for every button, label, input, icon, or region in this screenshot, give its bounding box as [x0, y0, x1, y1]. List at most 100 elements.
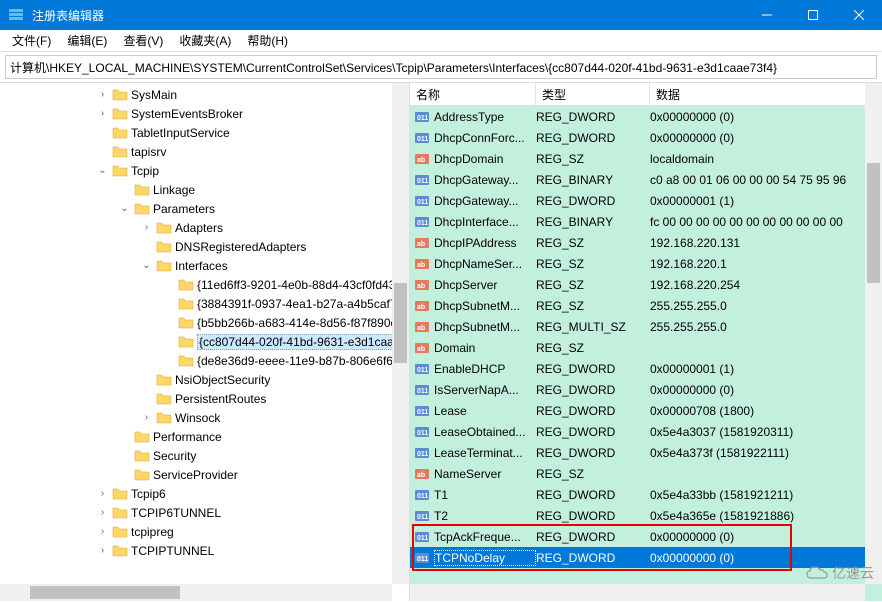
tree-node[interactable]: DNSRegisteredAdapters: [0, 237, 409, 256]
value-name: DhcpGateway...: [434, 173, 536, 187]
tree-node[interactable]: Security: [0, 446, 409, 465]
registry-value-row[interactable]: DhcpGateway...REG_BINARYc0 a8 00 01 06 0…: [410, 169, 882, 190]
tree-node[interactable]: ⌄Tcpip: [0, 161, 409, 180]
tree-node[interactable]: Performance: [0, 427, 409, 446]
list-scrollbar-horizontal[interactable]: [410, 584, 865, 601]
registry-value-row[interactable]: T2REG_DWORD0x5e4a365e (1581921886): [410, 505, 882, 526]
registry-value-row[interactable]: DhcpSubnetM...REG_MULTI_SZ255.255.255.0: [410, 316, 882, 337]
tree-node-label: {11ed6ff3-9201-4e0b-88d4-43cf0fd43: [197, 278, 395, 292]
registry-value-row[interactable]: DhcpIPAddressREG_SZ192.168.220.131: [410, 232, 882, 253]
chevron-right-icon[interactable]: ›: [96, 88, 109, 101]
tree-node[interactable]: NsiObjectSecurity: [0, 370, 409, 389]
registry-value-row[interactable]: DhcpSubnetM...REG_SZ255.255.255.0: [410, 295, 882, 316]
titlebar[interactable]: 注册表编辑器: [0, 0, 882, 30]
registry-value-row[interactable]: DhcpNameSer...REG_SZ192.168.220.1: [410, 253, 882, 274]
tree-node[interactable]: ⌄Interfaces: [0, 256, 409, 275]
tree-node[interactable]: {de8e36d9-eeee-11e9-b87b-806e6f6: [0, 351, 409, 370]
chevron-right-icon[interactable]: ›: [96, 487, 109, 500]
expand-placeholder: [118, 183, 131, 196]
reg-binary-icon: [414, 193, 430, 209]
tree-node[interactable]: {b5bb266b-a683-414e-8d56-f87f890e: [0, 313, 409, 332]
tree-node[interactable]: {cc807d44-020f-41bd-9631-e3d1caae: [0, 332, 409, 351]
registry-value-row[interactable]: LeaseObtained...REG_DWORD0x5e4a3037 (158…: [410, 421, 882, 442]
tree-node[interactable]: ServiceProvider: [0, 465, 409, 484]
chevron-right-icon[interactable]: ›: [96, 525, 109, 538]
registry-value-row[interactable]: TcpAckFreque...REG_DWORD0x00000000 (0): [410, 526, 882, 547]
value-type: REG_SZ: [536, 257, 650, 271]
tree-node[interactable]: tapisrv: [0, 142, 409, 161]
watermark-text: 亿速云: [832, 563, 874, 583]
list-scrollbar-vertical[interactable]: [865, 83, 882, 584]
tree-node[interactable]: ›Tcpip6: [0, 484, 409, 503]
address-bar[interactable]: 计算机\HKEY_LOCAL_MACHINE\SYSTEM\CurrentCon…: [5, 55, 877, 79]
chevron-right-icon[interactable]: ›: [140, 411, 153, 424]
tree-node[interactable]: › Winsock: [0, 408, 409, 427]
registry-value-row[interactable]: DhcpConnForc...REG_DWORD0x00000000 (0): [410, 127, 882, 148]
tree-node-label: Winsock: [175, 411, 220, 425]
registry-value-row[interactable]: DhcpDomainREG_SZlocaldomain: [410, 148, 882, 169]
registry-value-row[interactable]: IsServerNapA...REG_DWORD0x00000000 (0): [410, 379, 882, 400]
menu-view[interactable]: 查看(V): [115, 30, 171, 51]
col-header-name[interactable]: 名称: [410, 83, 536, 105]
tree-node[interactable]: ›Adapters: [0, 218, 409, 237]
chevron-right-icon[interactable]: ›: [96, 506, 109, 519]
folder-icon: [156, 410, 172, 426]
folder-icon: [178, 277, 194, 293]
col-header-data[interactable]: 数据: [650, 83, 882, 105]
tree-node-label: TCPIPTUNNEL: [131, 544, 214, 558]
tree-node[interactable]: ›tcpipreg: [0, 522, 409, 541]
close-button[interactable]: [836, 0, 882, 30]
maximize-button[interactable]: [790, 0, 836, 30]
tree-node[interactable]: › TCPIPTUNNEL: [0, 541, 409, 560]
value-name: DhcpInterface...: [434, 215, 536, 229]
menu-edit[interactable]: 编辑(E): [59, 30, 115, 51]
col-header-type[interactable]: 类型: [536, 83, 650, 105]
tree-node[interactable]: ⌄Parameters: [0, 199, 409, 218]
tree-scrollbar-vertical[interactable]: [392, 83, 409, 584]
chevron-right-icon[interactable]: ›: [96, 107, 109, 120]
registry-value-row[interactable]: DhcpInterface...REG_BINARYfc 00 00 00 00…: [410, 211, 882, 232]
tree-node[interactable]: ›SystemEventsBroker: [0, 104, 409, 123]
registry-value-row[interactable]: DhcpGateway...REG_DWORD0x00000001 (1): [410, 190, 882, 211]
tree-node[interactable]: {3884391f-0937-4ea1-b27a-a4b5caf74: [0, 294, 409, 313]
folder-icon: [178, 334, 194, 350]
value-name: IsServerNapA...: [434, 383, 536, 397]
expand-placeholder: [118, 449, 131, 462]
tree-node[interactable]: ›SysMain: [0, 85, 409, 104]
value-name: NameServer: [434, 467, 536, 481]
registry-value-row[interactable]: LeaseTerminat...REG_DWORD0x5e4a373f (158…: [410, 442, 882, 463]
tree-node[interactable]: Linkage: [0, 180, 409, 199]
expand-placeholder: [118, 430, 131, 443]
menu-help[interactable]: 帮助(H): [239, 30, 296, 51]
chevron-down-icon[interactable]: ⌄: [140, 259, 153, 272]
reg-string-icon: [414, 277, 430, 293]
folder-icon: [134, 429, 150, 445]
watermark: 亿速云: [805, 563, 874, 583]
menu-favorites[interactable]: 收藏夹(A): [171, 30, 239, 51]
registry-value-row[interactable]: EnableDHCPREG_DWORD0x00000001 (1): [410, 358, 882, 379]
registry-value-row[interactable]: DhcpServerREG_SZ192.168.220.254: [410, 274, 882, 295]
registry-value-row[interactable]: T1REG_DWORD0x5e4a33bb (1581921211): [410, 484, 882, 505]
registry-value-row[interactable]: DomainREG_SZ: [410, 337, 882, 358]
menu-file[interactable]: 文件(F): [4, 30, 59, 51]
tree-node-label: TCPIP6TUNNEL: [131, 506, 221, 520]
tree-node[interactable]: {11ed6ff3-9201-4e0b-88d4-43cf0fd43: [0, 275, 409, 294]
chevron-right-icon[interactable]: ›: [96, 544, 109, 557]
value-data: 0x00000001 (1): [650, 362, 882, 376]
tree-scrollbar-horizontal[interactable]: [0, 584, 392, 601]
minimize-button[interactable]: [744, 0, 790, 30]
value-type: REG_DWORD: [536, 488, 650, 502]
registry-value-row[interactable]: AddressTypeREG_DWORD0x00000000 (0): [410, 106, 882, 127]
registry-value-row[interactable]: NameServerREG_SZ: [410, 463, 882, 484]
value-name: LeaseTerminat...: [434, 446, 536, 460]
expand-placeholder: [96, 145, 109, 158]
value-name: T1: [434, 488, 536, 502]
chevron-down-icon[interactable]: ⌄: [118, 202, 131, 215]
tree-node[interactable]: › TCPIP6TUNNEL: [0, 503, 409, 522]
registry-value-row[interactable]: LeaseREG_DWORD0x00000708 (1800): [410, 400, 882, 421]
chevron-down-icon[interactable]: ⌄: [96, 164, 109, 177]
chevron-right-icon[interactable]: ›: [140, 221, 153, 234]
tree-node[interactable]: TabletInputService: [0, 123, 409, 142]
value-data: 192.168.220.254: [650, 278, 882, 292]
tree-node[interactable]: PersistentRoutes: [0, 389, 409, 408]
